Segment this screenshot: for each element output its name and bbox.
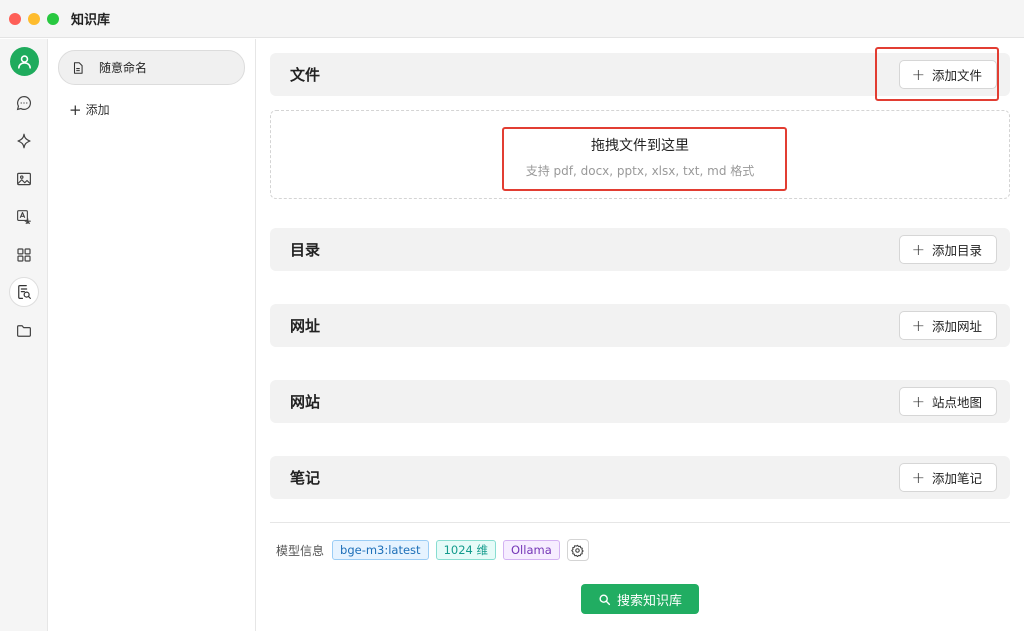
document-icon xyxy=(73,61,83,74)
model-info-label: 模型信息 xyxy=(276,543,325,558)
add-knowledge-base-label: 添加 xyxy=(85,103,110,117)
gear-icon xyxy=(571,544,584,557)
add-note-button[interactable]: + 添加笔记 xyxy=(898,463,997,492)
search-knowledge-base-button[interactable]: 搜索知识库 xyxy=(581,584,699,614)
add-knowledge-base-button[interactable]: + 添加 xyxy=(69,101,110,118)
dimensions-tag: 1024 维 xyxy=(435,540,496,560)
add-url-button[interactable]: + 添加网址 xyxy=(898,311,997,340)
provider-tag: Ollama xyxy=(503,540,560,560)
plus-icon: + xyxy=(911,467,925,487)
divider xyxy=(270,522,1010,523)
section-title: 目录 xyxy=(290,241,321,259)
plus-icon: + xyxy=(69,100,82,119)
section-title: 文件 xyxy=(290,66,321,84)
plus-icon: + xyxy=(911,315,925,335)
user-icon xyxy=(18,55,31,69)
section-title: 网址 xyxy=(290,317,321,335)
icon-rail xyxy=(0,39,48,631)
rail-item-chat[interactable] xyxy=(9,88,39,118)
sparkle-icon xyxy=(17,133,31,149)
plus-icon: + xyxy=(911,391,925,411)
zoom-window-button[interactable] xyxy=(47,12,59,25)
rail-item-assistant[interactable] xyxy=(9,126,39,156)
add-directory-button[interactable]: + 添加目录 xyxy=(898,235,997,264)
rail-item-apps[interactable] xyxy=(9,240,39,270)
folder-icon xyxy=(17,325,31,337)
chat-icon xyxy=(16,96,32,111)
section-directories: 目录 + 添加目录 xyxy=(270,228,1010,271)
rail-item-images[interactable] xyxy=(9,164,39,194)
section-notes: 笔记 + 添加笔记 xyxy=(270,456,1010,499)
close-window-button[interactable] xyxy=(9,12,21,25)
highlight-box-add-file xyxy=(875,47,999,101)
sitemap-button[interactable]: + 站点地图 xyxy=(898,387,997,416)
plus-icon: + xyxy=(911,239,925,259)
rail-item-knowledge-base[interactable] xyxy=(9,277,39,307)
section-websites: 网站 + 站点地图 xyxy=(270,380,1010,423)
apps-icon xyxy=(17,248,31,262)
translate-icon xyxy=(17,210,31,225)
title-bar: 知识库 xyxy=(0,0,1024,38)
image-icon xyxy=(17,172,31,186)
embedding-model-tag: bge-m3:latest xyxy=(332,540,429,560)
minimize-window-button[interactable] xyxy=(28,12,40,25)
model-info-row: 模型信息 bge-m3:latest 1024 维 Ollama xyxy=(276,539,589,561)
section-title: 网站 xyxy=(290,393,321,411)
window-title: 知识库 xyxy=(71,13,111,28)
avatar[interactable] xyxy=(10,47,39,76)
knowledge-base-item-label: 随意命名 xyxy=(99,61,148,75)
window-controls xyxy=(9,12,59,25)
knowledge-base-list: 随意命名 + 添加 xyxy=(49,39,256,631)
model-settings-button[interactable] xyxy=(566,539,589,561)
knowledge-base-icon xyxy=(18,285,31,299)
rail-item-translate[interactable] xyxy=(9,202,39,232)
knowledge-base-item[interactable]: 随意命名 xyxy=(58,50,245,85)
search-icon xyxy=(599,593,611,605)
section-title: 笔记 xyxy=(290,469,321,487)
rail-item-files[interactable] xyxy=(9,316,39,346)
section-urls: 网址 + 添加网址 xyxy=(270,304,1010,347)
highlight-box-dropzone xyxy=(502,127,787,191)
